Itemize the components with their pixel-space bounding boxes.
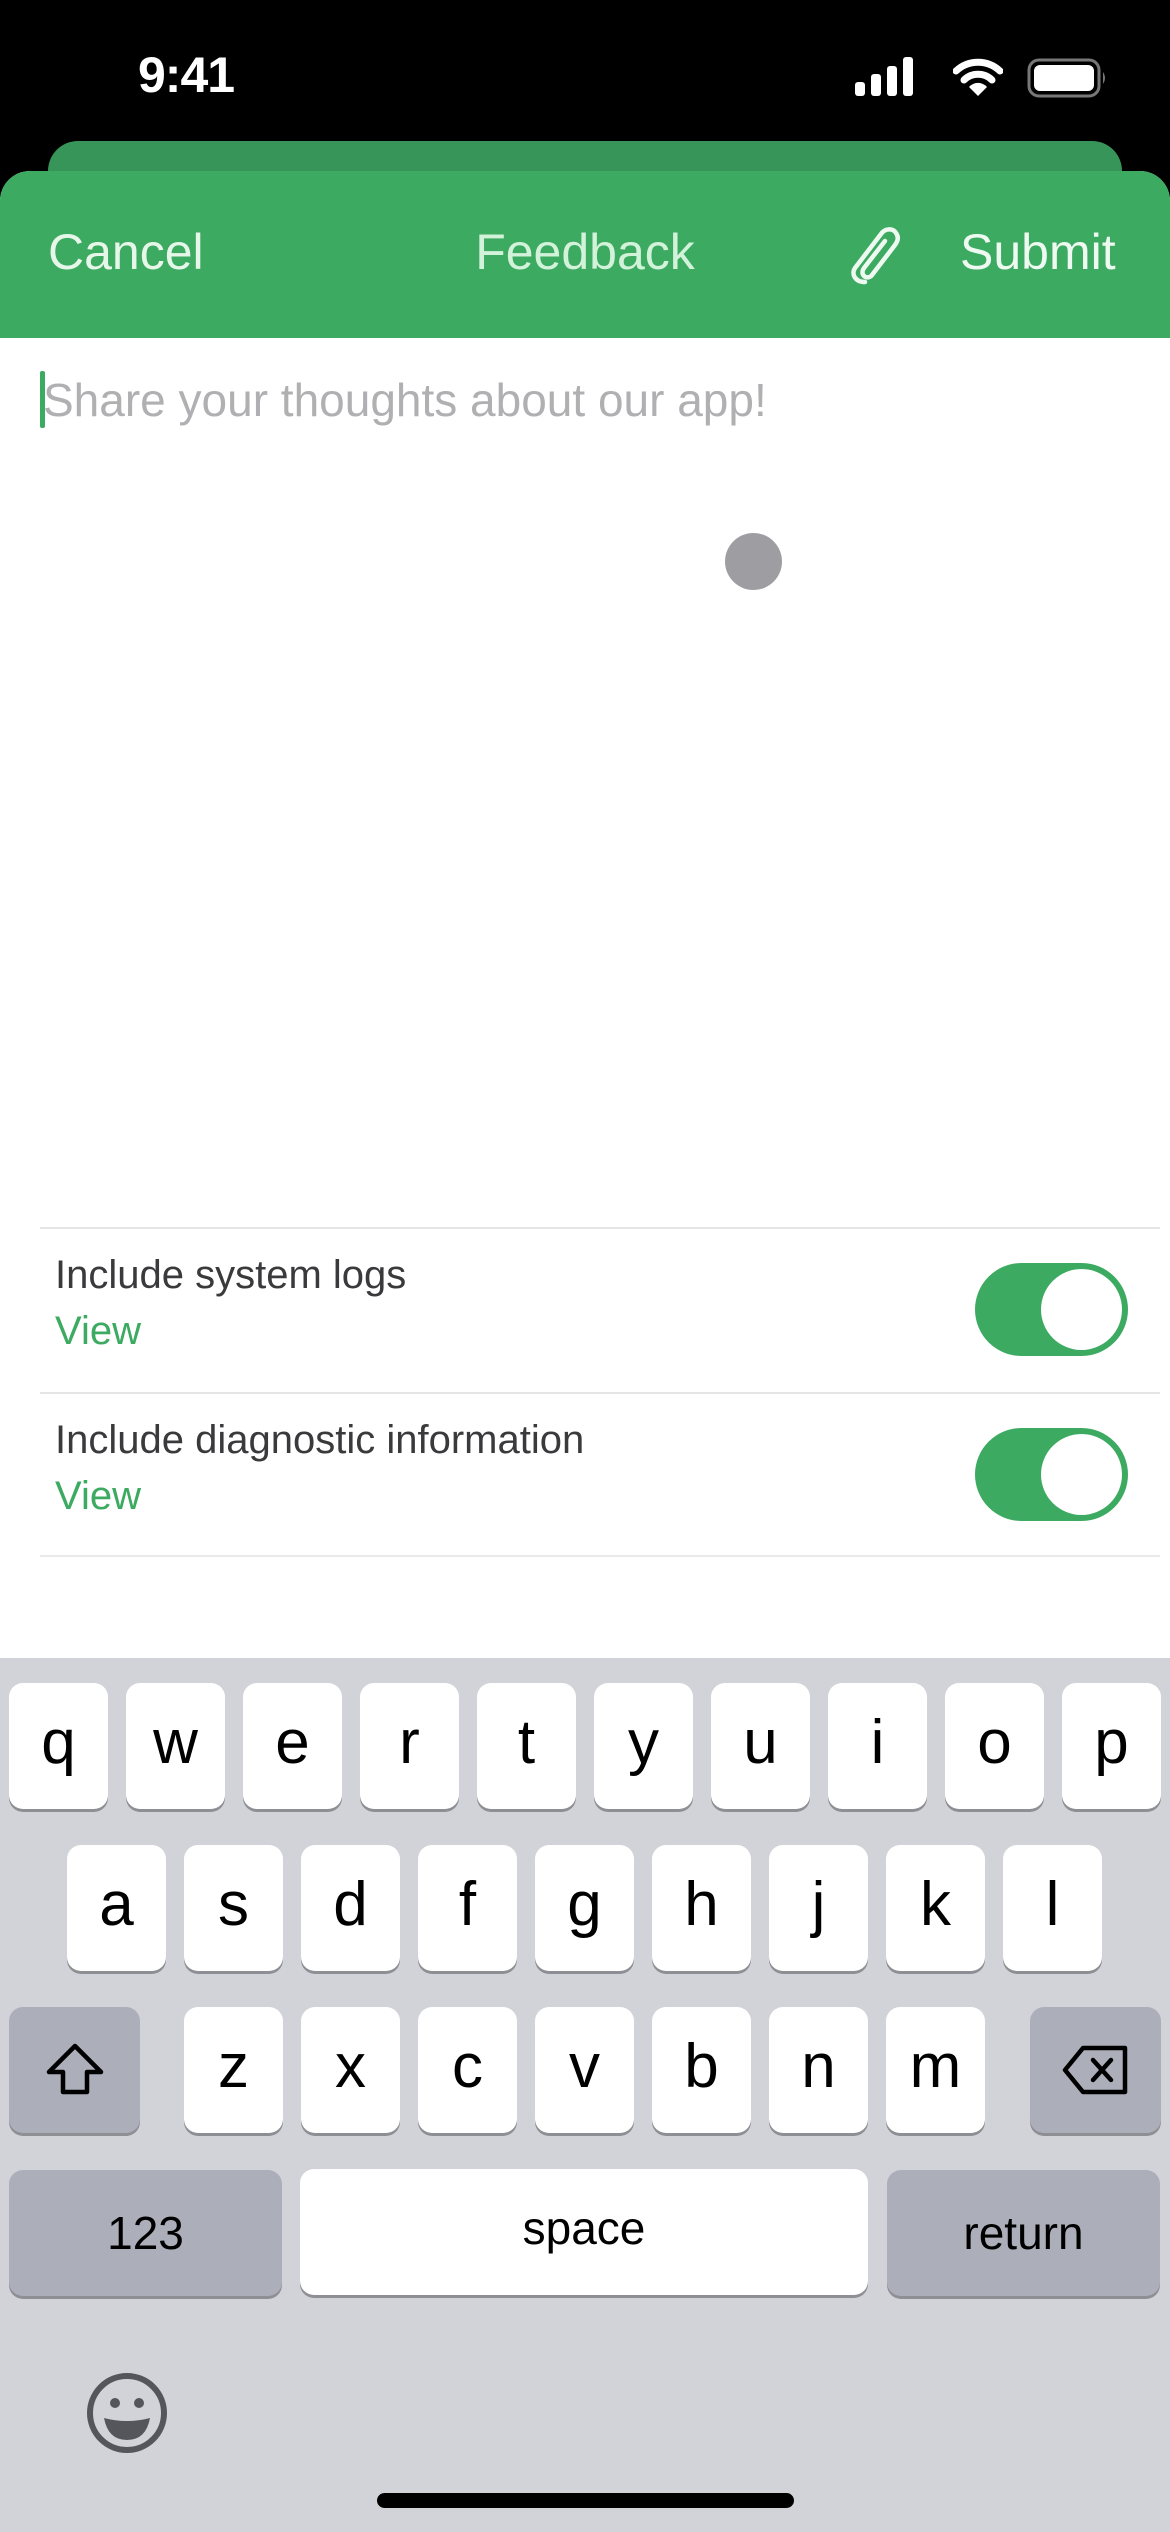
key-label: g: [567, 1869, 602, 1939]
home-indicator: [377, 2493, 794, 2508]
cancel-button[interactable]: Cancel: [48, 223, 204, 281]
touch-indicator: [725, 533, 782, 590]
paperclip-icon: [851, 227, 901, 285]
key-i[interactable]: i: [828, 1683, 927, 1809]
key-e[interactable]: e: [243, 1683, 342, 1809]
key-label: a: [99, 1869, 134, 1939]
key-label: m: [909, 2031, 962, 2101]
numbers-key-label: 123: [107, 2207, 184, 2259]
key-r[interactable]: r: [360, 1683, 459, 1809]
key-label: c: [452, 2031, 483, 2101]
page-title: Feedback: [475, 224, 695, 280]
key-b[interactable]: b: [652, 2007, 751, 2133]
emoji-icon: [87, 2373, 167, 2453]
key-o[interactable]: o: [945, 1683, 1044, 1809]
key-f[interactable]: f: [418, 1845, 517, 1971]
wifi-icon: [953, 58, 1003, 96]
shift-key[interactable]: [9, 2007, 140, 2133]
key-label: d: [333, 1869, 368, 1939]
toggle-knob: [1041, 1434, 1122, 1515]
return-key[interactable]: return: [887, 2170, 1160, 2296]
key-s[interactable]: s: [184, 1845, 283, 1971]
feedback-placeholder: Share your thoughts about our app!: [43, 374, 767, 426]
key-label: r: [399, 1707, 420, 1777]
key-label: s: [218, 1869, 249, 1939]
key-label: b: [684, 2031, 719, 2101]
option-label: Include diagnostic information: [55, 1418, 585, 1462]
key-a[interactable]: a: [67, 1845, 166, 1971]
key-label: k: [920, 1869, 951, 1939]
key-l[interactable]: l: [1003, 1845, 1102, 1971]
key-label: o: [977, 1707, 1012, 1777]
shift-icon: [46, 2043, 103, 2095]
key-label: n: [801, 2031, 836, 2101]
option-row-system-logs: Include system logs View: [40, 1227, 1160, 1392]
key-label: e: [275, 1707, 310, 1777]
key-v[interactable]: v: [535, 2007, 634, 2133]
key-label: u: [743, 1707, 778, 1777]
key-z[interactable]: z: [184, 2007, 283, 2133]
diagnostic-info-toggle[interactable]: [975, 1428, 1128, 1521]
key-label: w: [153, 1707, 198, 1777]
key-label: j: [811, 1869, 826, 1939]
space-key[interactable]: space: [300, 2169, 868, 2295]
key-y[interactable]: y: [594, 1683, 693, 1809]
key-c[interactable]: c: [418, 2007, 517, 2133]
key-k[interactable]: k: [886, 1845, 985, 1971]
view-diagnostic-info-link[interactable]: View: [55, 1474, 141, 1519]
key-d[interactable]: d: [301, 1845, 400, 1971]
cellular-signal-icon: [855, 57, 913, 96]
key-label: f: [458, 1869, 477, 1939]
key-h[interactable]: h: [652, 1845, 751, 1971]
backspace-key[interactable]: [1030, 2007, 1161, 2133]
return-key-label: return: [963, 2207, 1084, 2259]
key-u[interactable]: u: [711, 1683, 810, 1809]
options-list: Include system logs View Include diagnos…: [40, 1227, 1160, 1557]
option-label: Include system logs: [55, 1253, 407, 1297]
key-n[interactable]: n: [769, 2007, 868, 2133]
space-key-label: space: [522, 2202, 646, 2254]
key-w[interactable]: w: [126, 1683, 225, 1809]
navigation-bar: Cancel Feedback Submit: [0, 171, 1170, 338]
attach-button[interactable]: [845, 224, 903, 288]
key-label: z: [218, 2031, 249, 2101]
key-label: x: [335, 2031, 366, 2101]
feedback-textarea[interactable]: Share your thoughts about our app!: [40, 361, 1140, 831]
system-logs-toggle[interactable]: [975, 1263, 1128, 1356]
key-label: h: [684, 1869, 719, 1939]
key-g[interactable]: g: [535, 1845, 634, 1971]
key-label: p: [1094, 1707, 1129, 1777]
key-label: y: [628, 1707, 659, 1777]
keyboard: q w e r t y u i o p a s d f g h j k l z x c v b n m 123 space r…: [0, 1658, 1170, 2532]
view-system-logs-link[interactable]: View: [55, 1309, 141, 1354]
status-bar: 9:41: [0, 0, 1170, 141]
battery-icon: [1027, 58, 1105, 98]
key-label: v: [569, 2031, 600, 2101]
key-x[interactable]: x: [301, 2007, 400, 2133]
emoji-button[interactable]: [86, 2372, 168, 2454]
key-label: l: [1045, 1869, 1060, 1939]
key-q[interactable]: q: [9, 1683, 108, 1809]
backspace-icon: [1062, 2045, 1127, 2095]
key-p[interactable]: p: [1062, 1683, 1161, 1809]
numbers-key[interactable]: 123: [9, 2170, 282, 2296]
key-j[interactable]: j: [769, 1845, 868, 1971]
key-label: t: [517, 1707, 536, 1777]
option-row-diagnostic-info: Include diagnostic information View: [40, 1392, 1160, 1557]
key-t[interactable]: t: [477, 1683, 576, 1809]
status-time: 9:41: [138, 47, 235, 103]
key-m[interactable]: m: [886, 2007, 985, 2133]
submit-button[interactable]: Submit: [960, 223, 1116, 281]
key-label: i: [870, 1707, 885, 1777]
key-label: q: [41, 1707, 76, 1777]
toggle-knob: [1041, 1269, 1122, 1350]
